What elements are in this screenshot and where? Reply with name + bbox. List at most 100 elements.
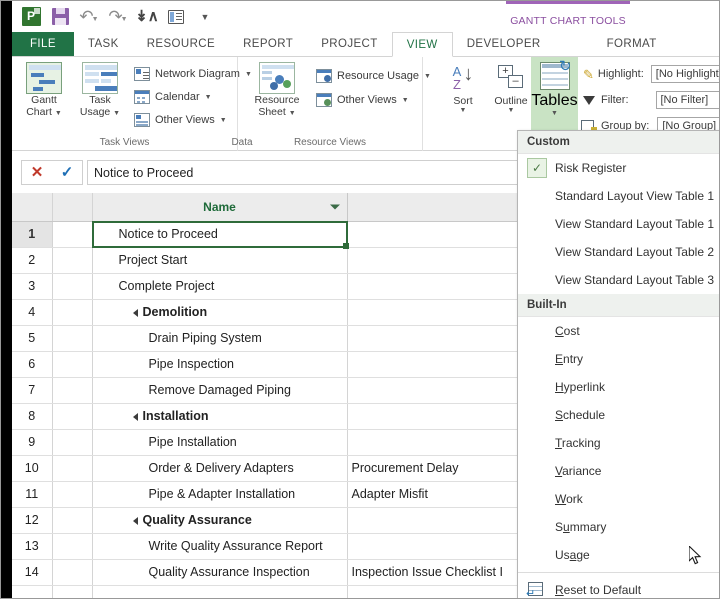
- undo-icon[interactable]: ↶ ▼: [76, 4, 102, 30]
- task-name-cell[interactable]: Drain Piping System: [92, 325, 348, 352]
- row-id-cell[interactable]: 2: [12, 247, 53, 274]
- menu-item-reset-table[interactable]: ↵ Reset to Default: [518, 576, 719, 598]
- redo-icon[interactable]: ↷ ▼: [105, 4, 131, 30]
- task-name-cell[interactable]: Pipe Inspection: [92, 351, 348, 378]
- row-id-cell[interactable]: 3: [12, 273, 53, 300]
- task-name-cell[interactable]: Notice to Proceed: [92, 221, 348, 248]
- row-indicator-cell[interactable]: [52, 299, 93, 326]
- menu-item-builtin-table[interactable]: Cost: [518, 317, 719, 345]
- task-name-cell[interactable]: Order & Delivery Adapters: [92, 455, 348, 482]
- row-indicator-cell[interactable]: [52, 325, 93, 352]
- task-name-cell[interactable]: Pipe & Adapter Installation: [92, 481, 348, 508]
- task-name-cell[interactable]: Remove Damaged Piping: [92, 377, 348, 404]
- menu-item-builtin-table[interactable]: Summary: [518, 513, 719, 541]
- row-indicator-cell[interactable]: [52, 559, 93, 586]
- calendar-caret-icon[interactable]: ▼: [205, 94, 212, 101]
- row-id-cell[interactable]: [12, 585, 53, 598]
- tab-resource[interactable]: RESOURCE: [133, 32, 229, 56]
- row-id-cell[interactable]: 14: [12, 559, 53, 586]
- customize-qat-icon[interactable]: ▼: [192, 4, 218, 30]
- collapse-triangle-icon[interactable]: [132, 308, 138, 317]
- task-name-cell[interactable]: Write Quality Assurance Report: [92, 533, 348, 560]
- task-info-icon[interactable]: [163, 4, 189, 30]
- activity-icon[interactable]: ↡∧: [134, 4, 160, 30]
- task-name-cell[interactable]: [92, 585, 348, 598]
- menu-item-builtin-table[interactable]: Variance: [518, 457, 719, 485]
- tables-caret-icon[interactable]: ▼: [551, 110, 558, 117]
- row-id-cell[interactable]: 8: [12, 403, 53, 430]
- task-other-views-caret-icon[interactable]: ▼: [220, 117, 227, 124]
- filter-dropdown[interactable]: [No Filter]: [655, 91, 719, 109]
- row-id-cell[interactable]: 9: [12, 429, 53, 456]
- tab-format[interactable]: FORMAT: [593, 32, 671, 56]
- resource-other-views-button[interactable]: Other Views ▼: [316, 93, 409, 107]
- tab-developer[interactable]: DEVELOPER: [453, 32, 555, 56]
- menu-item-custom-table[interactable]: ✓ Risk Register: [518, 154, 719, 182]
- row-indicator-cell[interactable]: [52, 481, 93, 508]
- sort-caret-icon[interactable]: ▼: [460, 107, 467, 114]
- menu-item-builtin-table[interactable]: Entry: [518, 345, 719, 373]
- task-name-cell[interactable]: Quality Assurance: [92, 507, 348, 534]
- resource-usage-button[interactable]: Resource Usage ▼: [316, 69, 431, 83]
- network-diagram-button[interactable]: Network Diagram ▼: [134, 67, 252, 81]
- menu-item-builtin-table[interactable]: Hyperlink: [518, 373, 719, 401]
- row-id-cell[interactable]: 4: [12, 299, 53, 326]
- row-indicator-cell[interactable]: [52, 455, 93, 482]
- row-id-cell[interactable]: 12: [12, 507, 53, 534]
- row-id-cell[interactable]: 13: [12, 533, 53, 560]
- calendar-button[interactable]: Calendar ▼: [134, 90, 212, 104]
- tab-project[interactable]: PROJECT: [307, 32, 391, 56]
- row-indicator-cell[interactable]: [52, 507, 93, 534]
- menu-item-builtin-table[interactable]: Schedule: [518, 401, 719, 429]
- resource-sheet-button[interactable]: Resource Sheet ▼: [244, 62, 310, 120]
- row-id-cell[interactable]: 1: [12, 221, 53, 248]
- task-name-cell[interactable]: Quality Assurance Inspection: [92, 559, 348, 586]
- row-indicator-cell[interactable]: [52, 533, 93, 560]
- gantt-chart-button[interactable]: Gantt Chart ▼: [18, 62, 70, 120]
- task-name-cell[interactable]: Pipe Installation: [92, 429, 348, 456]
- task-name-cell[interactable]: Complete Project: [92, 273, 348, 300]
- row-id-cell[interactable]: 11: [12, 481, 53, 508]
- menu-item-builtin-table[interactable]: Tracking: [518, 429, 719, 457]
- row-indicator-cell[interactable]: [52, 247, 93, 274]
- menu-item-custom-table[interactable]: View Standard Layout Table 2: [518, 238, 719, 266]
- row-indicator-cell[interactable]: [52, 429, 93, 456]
- tab-view[interactable]: VIEW: [391, 32, 453, 57]
- row-indicator-cell[interactable]: [52, 351, 93, 378]
- column-header-name[interactable]: Name: [92, 193, 348, 222]
- highlight-dropdown[interactable]: [No Highlight]: [650, 65, 719, 83]
- tab-file[interactable]: FILE: [12, 32, 74, 56]
- collapse-triangle-icon[interactable]: [132, 412, 138, 421]
- tab-report[interactable]: REPORT: [229, 32, 307, 56]
- column-header-indicator[interactable]: [52, 193, 93, 222]
- cancel-entry-button[interactable]: ✕: [31, 165, 44, 180]
- task-usage-button[interactable]: Task Usage ▼: [74, 62, 126, 120]
- tables-button[interactable]: ↻ Tables ▼: [531, 57, 578, 137]
- menu-item-custom-table[interactable]: View Standard Layout Table 3: [518, 266, 719, 294]
- chevron-down-icon[interactable]: [329, 204, 340, 210]
- task-name-cell[interactable]: Installation: [92, 403, 348, 430]
- column-header-id[interactable]: [12, 193, 53, 222]
- menu-item-builtin-table[interactable]: Work: [518, 485, 719, 513]
- row-id-cell[interactable]: 6: [12, 351, 53, 378]
- sort-button[interactable]: A Z ↓ Sort ▼: [437, 64, 489, 114]
- save-icon[interactable]: [47, 4, 73, 30]
- row-indicator-cell[interactable]: [52, 273, 93, 300]
- outline-button[interactable]: + – Outline ▼: [485, 65, 537, 114]
- row-indicator-cell[interactable]: [52, 403, 93, 430]
- resource-other-views-caret-icon[interactable]: ▼: [402, 97, 409, 104]
- row-id-cell[interactable]: 10: [12, 455, 53, 482]
- row-indicator-cell[interactable]: [52, 221, 93, 248]
- task-name-cell[interactable]: Project Start: [92, 247, 348, 274]
- project-logo-icon[interactable]: P: [18, 4, 44, 30]
- task-other-views-button[interactable]: Other Views ▼: [134, 113, 227, 127]
- menu-item-custom-table[interactable]: View Standard Layout Table 1: [518, 210, 719, 238]
- outline-caret-icon[interactable]: ▼: [508, 107, 515, 114]
- row-id-cell[interactable]: 7: [12, 377, 53, 404]
- row-id-cell[interactable]: 5: [12, 325, 53, 352]
- menu-item-builtin-table[interactable]: Usage: [518, 541, 719, 569]
- row-indicator-cell[interactable]: [52, 377, 93, 404]
- task-name-cell[interactable]: Demolition: [92, 299, 348, 326]
- menu-item-custom-table[interactable]: Standard Layout View Table 1: [518, 182, 719, 210]
- row-indicator-cell[interactable]: [52, 585, 93, 598]
